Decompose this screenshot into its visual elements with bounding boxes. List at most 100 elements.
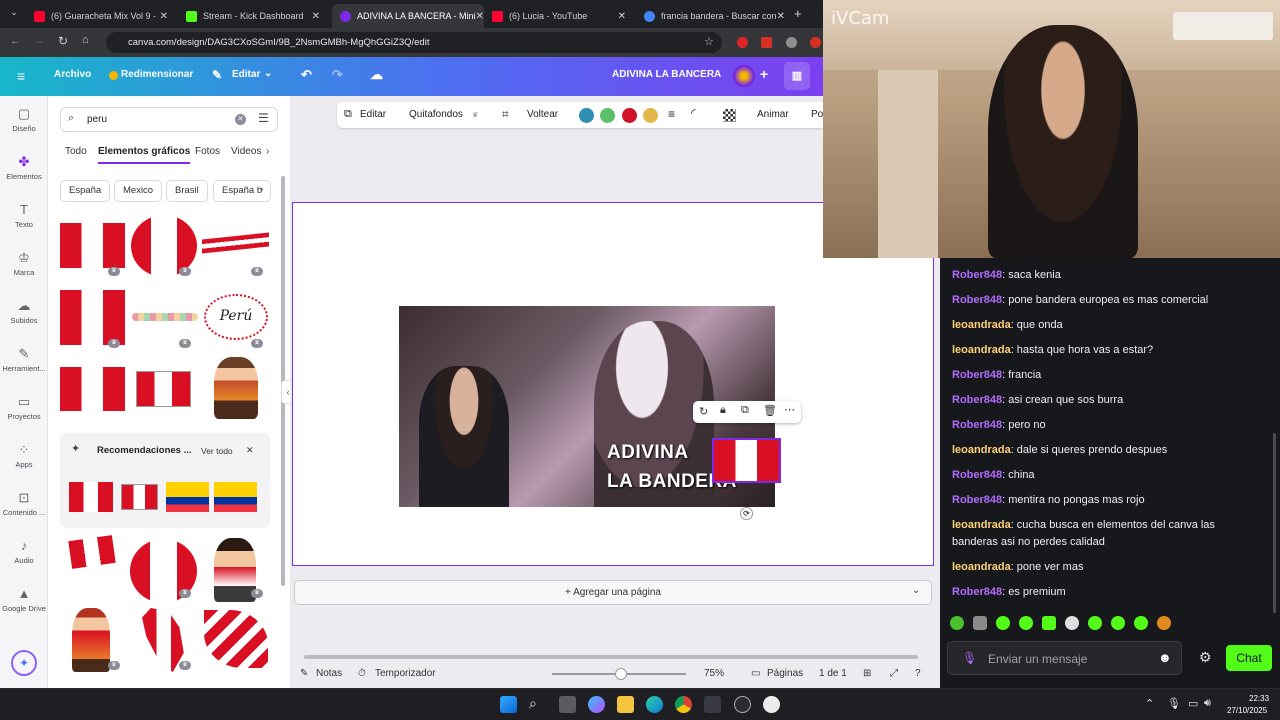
color-swatch-red[interactable] (622, 108, 637, 123)
rail-item-audio[interactable]: ♪ Audio (0, 538, 48, 565)
peru-flag-thumbnail[interactable] (60, 367, 125, 411)
browser-tab-0[interactable]: (6) Guaracheta Mix Vol 9 - ✕ (26, 4, 176, 28)
rail-item-google-drive[interactable]: ▲ Google Drive (0, 586, 48, 613)
redo-icon[interactable]: ↷ (332, 67, 343, 83)
rail-item-elementos[interactable]: ✤ Elementos (0, 154, 48, 181)
tray-volume-icon[interactable]: 🔊︎ (1204, 697, 1211, 710)
add-page-button[interactable]: + Agregar una página (294, 580, 932, 605)
undo-icon[interactable]: ↶ (301, 67, 312, 83)
tab-elementos-graficos[interactable]: Elementos gráficos (98, 146, 191, 164)
clock-time[interactable]: 22:33 (1249, 694, 1269, 703)
peru-brush-flag-thumbnail[interactable] (60, 290, 125, 345)
chat-username[interactable]: Rober848 (952, 419, 1002, 431)
chat-username[interactable]: Rober848 (952, 294, 1002, 306)
selected-peru-flag[interactable] (712, 438, 781, 483)
peruvian-girl-thumbnail[interactable] (214, 357, 258, 419)
new-tab-icon[interactable]: + (794, 6, 802, 21)
horizontal-scrollbar[interactable] (304, 655, 918, 659)
rail-item-subidos[interactable]: ☁ Subidos (0, 298, 48, 325)
paginas-button[interactable]: Páginas (767, 668, 803, 679)
rail-item-diseño[interactable]: ▢ Diseño (0, 106, 48, 133)
peruvian-boy-thumbnail[interactable] (214, 538, 256, 602)
chevron-right-icon[interactable]: › (260, 184, 263, 195)
browser-tab-1[interactable]: Stream - Kick Dashboard ✕ (178, 4, 328, 28)
transparency-icon[interactable] (723, 109, 736, 122)
url-field[interactable]: canva.com/design/DAG3CXoSGmI/9B_2NsmGMBh… (106, 32, 722, 53)
archivo-menu[interactable]: Archivo (54, 69, 91, 80)
temporizador-button[interactable]: Temporizador (375, 668, 436, 679)
tab-search-icon[interactable]: ⌄ (6, 7, 22, 21)
reco-peru-flag-bordered[interactable] (121, 484, 158, 510)
clock-date[interactable]: 27/10/2025 (1227, 706, 1267, 715)
chat-username[interactable]: leoandrada (952, 519, 1011, 531)
analytics-icon[interactable]: ▥ (784, 62, 810, 90)
extension-icon[interactable] (786, 37, 797, 48)
windows-start-icon[interactable] (500, 696, 517, 713)
tab-videos[interactable]: Videos (231, 146, 261, 157)
tray-mic-icon[interactable]: 🎙︎ (1167, 697, 1181, 710)
canvas-title-line1[interactable]: ADIVINA (607, 442, 689, 464)
redimensionar-button[interactable]: Redimensionar (121, 69, 193, 80)
forward-icon[interactable]: → (34, 35, 45, 47)
reco-ecuador-flag-2[interactable] (214, 482, 257, 512)
close-icon[interactable]: ✕ (476, 11, 484, 22)
tab-fotos[interactable]: Fotos (195, 146, 220, 157)
task-view-icon[interactable] (559, 696, 576, 713)
chat-username[interactable]: Rober848 (952, 369, 1002, 381)
chat-scrollbar[interactable] (1273, 433, 1276, 613)
regenerate-icon[interactable]: ↻ (699, 405, 708, 418)
chat-username[interactable]: Rober848 (952, 494, 1002, 506)
floral-border-thumbnail[interactable] (132, 313, 198, 321)
peru-flag-thumbnail[interactable] (60, 223, 125, 268)
close-icon[interactable]: ✕ (160, 11, 168, 22)
extension-icon[interactable] (761, 37, 772, 48)
bookmark-star-icon[interactable]: ☆ (704, 35, 714, 48)
corner-rounding-icon[interactable]: ◜ (691, 106, 696, 120)
peru-flag-bordered-thumbnail[interactable] (136, 371, 191, 407)
magic-assistant-icon[interactable]: ✦ (11, 650, 37, 676)
ver-todo-link[interactable]: Ver todo (201, 446, 233, 456)
editar-image-button[interactable]: Editar (360, 109, 386, 120)
emote-icon[interactable] (950, 616, 964, 630)
profile-icon[interactable] (810, 37, 821, 48)
zoom-slider-thumb[interactable] (615, 668, 627, 680)
emote-icon[interactable] (973, 616, 987, 630)
rail-item-contenido[interactable]: ⊡ Contenido ... (0, 490, 48, 517)
chat-username[interactable]: leoandrada (952, 319, 1011, 331)
chat-username[interactable]: Rober848 (952, 586, 1002, 598)
tray-network-icon[interactable]: ▭ (1188, 697, 1198, 710)
color-swatch-blue[interactable] (579, 108, 594, 123)
animar-button[interactable]: Animar (757, 109, 789, 120)
search-icon[interactable]: ⌕ (529, 695, 537, 712)
browser-tab-2[interactable]: ADIVINA LA BANCERA - Mini ✕ (332, 4, 484, 28)
chat-settings-icon[interactable]: ⚙ (1199, 649, 1212, 666)
cloud-save-icon[interactable]: ☁ (370, 67, 383, 83)
emote-icon[interactable] (1088, 616, 1102, 630)
tray-chevron-icon[interactable]: ⌃ (1145, 697, 1154, 710)
close-icon[interactable]: ✕ (777, 11, 785, 22)
rail-item-proyectos[interactable]: ▭ Proyectos (0, 394, 48, 421)
chat-username[interactable]: leoandrada (952, 344, 1011, 356)
filter-icon[interactable]: ☰ (258, 111, 269, 125)
peru-ribbon-thumbnail[interactable] (202, 232, 269, 254)
voltear-button[interactable]: Voltear (527, 109, 558, 120)
chat-username[interactable]: Rober848 (952, 394, 1002, 406)
emote-icon[interactable] (996, 616, 1010, 630)
menu-icon[interactable]: ≡ (17, 68, 25, 84)
back-icon[interactable]: ← (10, 35, 21, 47)
store-icon[interactable] (704, 696, 721, 713)
media-player-icon[interactable] (763, 696, 780, 713)
fullscreen-icon[interactable]: ⤢ (890, 668, 898, 679)
chip-espana[interactable]: España (60, 180, 111, 202)
peruvian-dancer-thumbnail[interactable] (72, 608, 110, 672)
chat-input[interactable]: 🎙︎ Enviar un mensaje ☻ (947, 641, 1182, 675)
hand-peru-flag-thumbnail[interactable] (68, 535, 116, 569)
rotate-handle-icon[interactable]: ⟳ (740, 507, 753, 520)
emote-icon[interactable] (1019, 616, 1033, 630)
reco-peru-flag[interactable] (69, 482, 113, 512)
emote-icon[interactable] (1157, 616, 1171, 630)
editar-button[interactable]: Editar (232, 69, 260, 80)
reco-ecuador-flag[interactable] (166, 482, 209, 512)
emote-icon[interactable] (1111, 616, 1125, 630)
delete-icon[interactable]: 🗑︎ (763, 404, 777, 417)
